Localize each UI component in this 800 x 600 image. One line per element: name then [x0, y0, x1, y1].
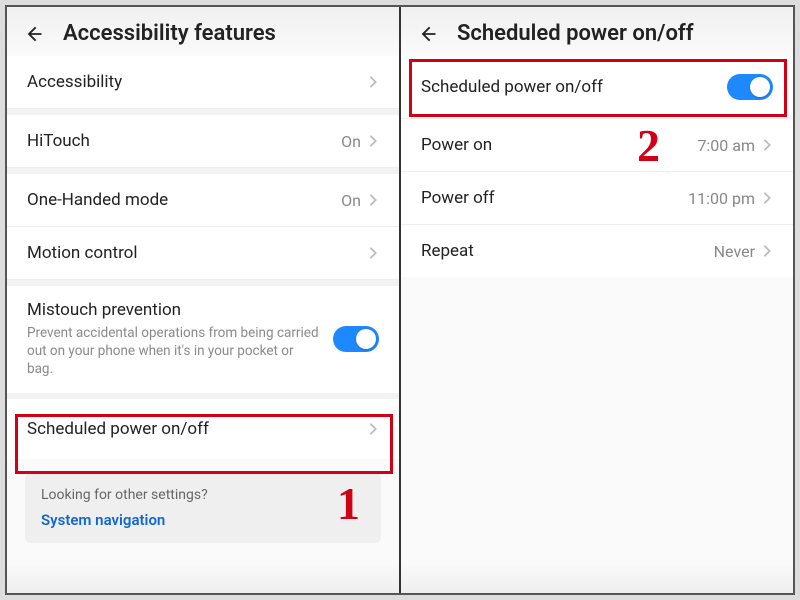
- row-label: One-Handed mode: [27, 190, 341, 210]
- row-title: Mistouch prevention: [27, 300, 321, 320]
- header: Scheduled power on/off: [401, 7, 793, 56]
- chevron-right-icon: [761, 192, 773, 204]
- chevron-right-icon: [367, 194, 379, 206]
- row-label: Power on: [421, 135, 697, 155]
- back-icon[interactable]: [23, 23, 45, 45]
- row-label: HiTouch: [27, 131, 341, 151]
- row-power-off[interactable]: Power off 11:00 pm: [401, 172, 793, 225]
- hint-question: Looking for other settings?: [41, 487, 365, 503]
- hint-link-system-navigation[interactable]: System navigation: [41, 511, 365, 529]
- row-label: Scheduled power on/off: [421, 77, 727, 97]
- row-value: 7:00 am: [697, 136, 755, 155]
- row-scheduled-power[interactable]: Scheduled power on/off: [7, 399, 399, 459]
- tutorial-frame: Accessibility features Accessibility HiT…: [5, 5, 795, 595]
- row-value: 11:00 pm: [688, 189, 755, 208]
- row-power-on[interactable]: Power on 7:00 am: [401, 119, 793, 172]
- panel-scheduled-power: Scheduled power on/off Scheduled power o…: [399, 7, 793, 593]
- page-title: Scheduled power on/off: [457, 21, 694, 46]
- row-value: On: [341, 191, 361, 210]
- row-label: Power off: [421, 188, 688, 208]
- page-title: Accessibility features: [63, 21, 276, 46]
- chevron-right-icon: [367, 76, 379, 88]
- row-label: Motion control: [27, 243, 367, 263]
- scheduled-power-toggle[interactable]: [727, 74, 773, 100]
- row-hitouch[interactable]: HiTouch On: [7, 115, 399, 168]
- chevron-right-icon: [367, 135, 379, 147]
- row-label: Repeat: [421, 241, 714, 261]
- header: Accessibility features: [7, 7, 399, 56]
- row-accessibility[interactable]: Accessibility: [7, 56, 399, 109]
- chevron-right-icon: [367, 423, 379, 435]
- row-motion-control[interactable]: Motion control: [7, 227, 399, 280]
- mistouch-toggle[interactable]: [333, 326, 379, 352]
- row-scheduled-toggle: Scheduled power on/off: [401, 56, 793, 119]
- chevron-right-icon: [761, 139, 773, 151]
- hint-box: Looking for other settings? System navig…: [25, 473, 381, 543]
- row-value: On: [341, 132, 361, 151]
- row-repeat[interactable]: Repeat Never: [401, 225, 793, 277]
- chevron-right-icon: [761, 245, 773, 257]
- row-desc: Prevent accidental operations from being…: [27, 324, 321, 379]
- back-icon[interactable]: [417, 23, 439, 45]
- row-mistouch: Mistouch prevention Prevent accidental o…: [7, 286, 399, 393]
- row-value: Never: [714, 242, 755, 261]
- chevron-right-icon: [367, 247, 379, 259]
- row-onehanded[interactable]: One-Handed mode On: [7, 174, 399, 227]
- row-label: Scheduled power on/off: [27, 419, 367, 439]
- panel-accessibility: Accessibility features Accessibility HiT…: [7, 7, 399, 593]
- row-label: Accessibility: [27, 72, 367, 92]
